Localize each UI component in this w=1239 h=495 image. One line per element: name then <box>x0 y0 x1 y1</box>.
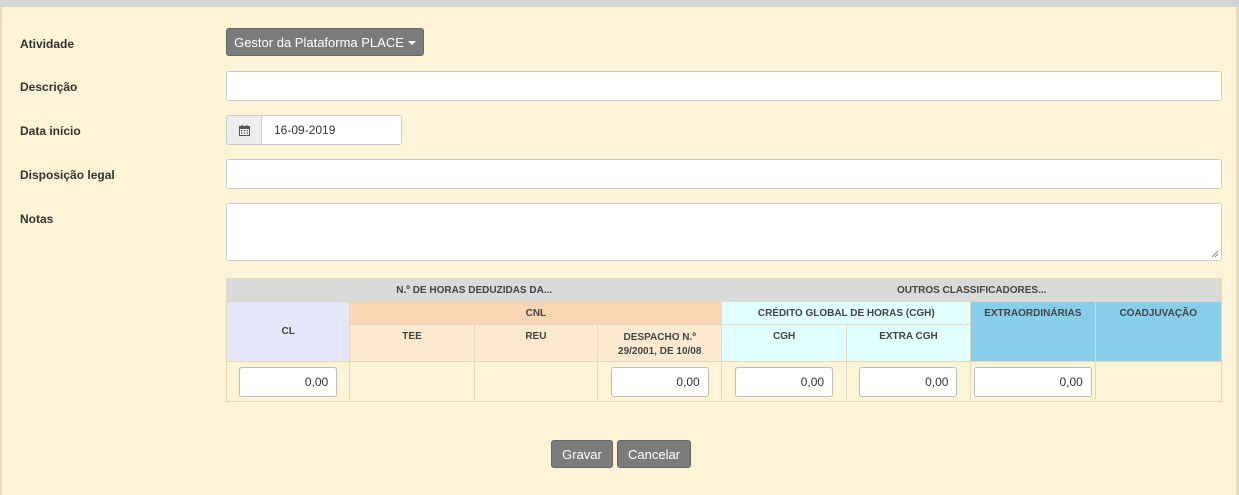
header-despacho: DESPACHO N.º 29/2001, DE 10/08 <box>597 324 723 362</box>
notas-label: Notas <box>20 212 54 226</box>
save-button[interactable]: Gravar <box>551 440 613 468</box>
modal-left-edge <box>0 7 2 495</box>
atividade-label: Atividade <box>20 37 75 51</box>
header-extraordinarias: EXTRAORDINÁRIAS <box>970 301 1096 362</box>
resize-grip-icon[interactable] <box>1211 250 1219 258</box>
cancel-button[interactable]: Cancelar <box>617 440 691 468</box>
header-horas-deduzidas: N.º DE HORAS DEDUZIDAS DA... <box>225 278 723 302</box>
hours-table: N.º DE HORAS DEDUZIDAS DA... OUTROS CLAS… <box>225 278 1222 402</box>
header-cnl: CNL <box>349 301 723 325</box>
cell-extra-cgh: 0,00 <box>845 361 972 402</box>
cell-cgh: 0,00 <box>721 361 847 402</box>
disposicao-legal-label: Disposição legal <box>20 168 115 182</box>
cell-extraordinarias: 0,00 <box>970 361 1096 402</box>
header-extra-cgh: EXTRA CGH <box>845 324 972 362</box>
extra-cgh-input[interactable]: 0,00 <box>859 366 958 397</box>
header-outros-classificadores: OUTROS CLASSIFICADORES... <box>721 278 1222 302</box>
header-coadjuvacao: COADJUVAÇÃO <box>1094 301 1222 362</box>
calendar-icon[interactable] <box>226 115 262 145</box>
data-inicio-group: 16-09-2019 <box>226 115 402 145</box>
header-cgh-group: CRÉDITO GLOBAL DE HORAS (CGH) <box>721 301 972 325</box>
cl-input[interactable]: 0,00 <box>239 366 338 397</box>
cell-reu <box>473 361 599 402</box>
modal-top-border <box>0 0 1239 7</box>
cell-cl: 0,00 <box>225 361 351 402</box>
extraordinarias-input[interactable]: 0,00 <box>973 366 1092 397</box>
header-cl: CL <box>225 301 351 362</box>
cell-despacho: 0,00 <box>597 361 723 402</box>
atividade-dropdown[interactable]: Gestor da Plataforma PLACE <box>226 28 424 56</box>
despacho-input[interactable]: 0,00 <box>610 366 709 397</box>
disposicao-legal-input[interactable] <box>226 159 1222 189</box>
cgh-input[interactable]: 0,00 <box>735 366 834 397</box>
header-tee: TEE <box>349 324 475 362</box>
caret-down-icon <box>407 41 416 45</box>
atividade-dropdown-value: Gestor da Plataforma PLACE <box>234 34 404 50</box>
header-reu: REU <box>473 324 599 362</box>
cell-coadjuvacao <box>1094 361 1222 402</box>
data-inicio-input[interactable]: 16-09-2019 <box>262 115 402 145</box>
notas-textarea[interactable] <box>226 203 1222 261</box>
cell-tee <box>349 361 475 402</box>
descricao-label: Descrição <box>20 80 78 94</box>
descricao-input[interactable] <box>226 71 1222 101</box>
header-cgh: CGH <box>721 324 847 362</box>
data-inicio-label: Data início <box>20 124 81 138</box>
